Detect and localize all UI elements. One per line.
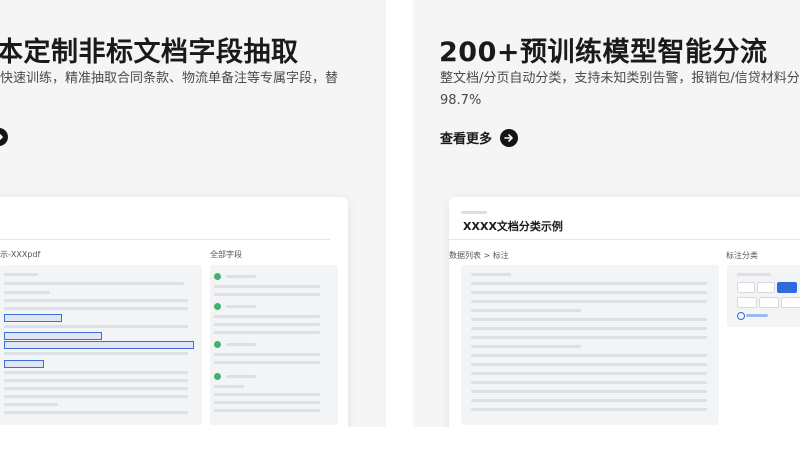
- view-more-link[interactable]: [0, 128, 8, 146]
- check-icon: [214, 373, 221, 380]
- category-option-selected[interactable]: [777, 282, 797, 293]
- classification-options-panel: [727, 265, 800, 327]
- document-preview: [461, 265, 719, 425]
- extracted-field-highlight[interactable]: [4, 341, 194, 349]
- fields-panel-label: 全部字段: [210, 250, 242, 259]
- extracted-field-highlight[interactable]: [4, 314, 62, 322]
- add-category-icon[interactable]: [737, 312, 745, 320]
- check-icon: [214, 273, 221, 280]
- card-description-line2: 98.7%: [440, 93, 482, 108]
- category-option[interactable]: [757, 282, 775, 293]
- card-title: 200+预训练模型智能分流: [439, 37, 768, 68]
- arrow-right-icon: [500, 128, 519, 147]
- view-more-label: 查看更多: [440, 132, 493, 147]
- feature-card-classification: 200+预训练模型智能分流 整文档/分页自动分类，支持未知类别告警，报销包/信贷…: [413, 0, 800, 427]
- doc-title: XXXX文档分类示例: [463, 220, 563, 233]
- document-preview: [0, 265, 202, 425]
- category-option[interactable]: [781, 297, 800, 308]
- fields-panel: [210, 265, 338, 425]
- arrow-right-icon: [0, 128, 8, 146]
- card-description-line1: 整文档/分页自动分类，支持未知类别告警，报销包/信贷材料分: [440, 71, 800, 86]
- category-option[interactable]: [759, 297, 779, 308]
- breadcrumb[interactable]: 数据列表 > 标注: [449, 250, 509, 261]
- card-title: 本定制非标文档字段抽取: [0, 37, 299, 68]
- classification-mockup: XXXX文档分类示例 数据列表 > 标注 标注分类: [449, 197, 800, 427]
- extraction-mockup: 示-XXXpdf 全部字段: [0, 197, 348, 427]
- extracted-field-highlight[interactable]: [4, 360, 44, 368]
- check-icon: [214, 341, 221, 348]
- card-description: 快速训练，精准抽取合同条款、物流单备注等专属字段，替: [0, 71, 339, 86]
- divider: [449, 239, 800, 240]
- extracted-field-highlight[interactable]: [4, 332, 102, 340]
- category-option[interactable]: [737, 282, 755, 293]
- category-option[interactable]: [737, 297, 757, 308]
- view-more-link[interactable]: 查看更多: [440, 128, 519, 147]
- feature-card-field-extraction: 本定制非标文档字段抽取 快速训练，精准抽取合同条款、物流单备注等专属字段，替 示…: [0, 0, 386, 427]
- label-panel-title: 标注分类: [726, 251, 758, 260]
- check-icon: [214, 303, 221, 310]
- divider: [0, 239, 330, 240]
- file-name-label: 示-XXXpdf: [0, 250, 41, 259]
